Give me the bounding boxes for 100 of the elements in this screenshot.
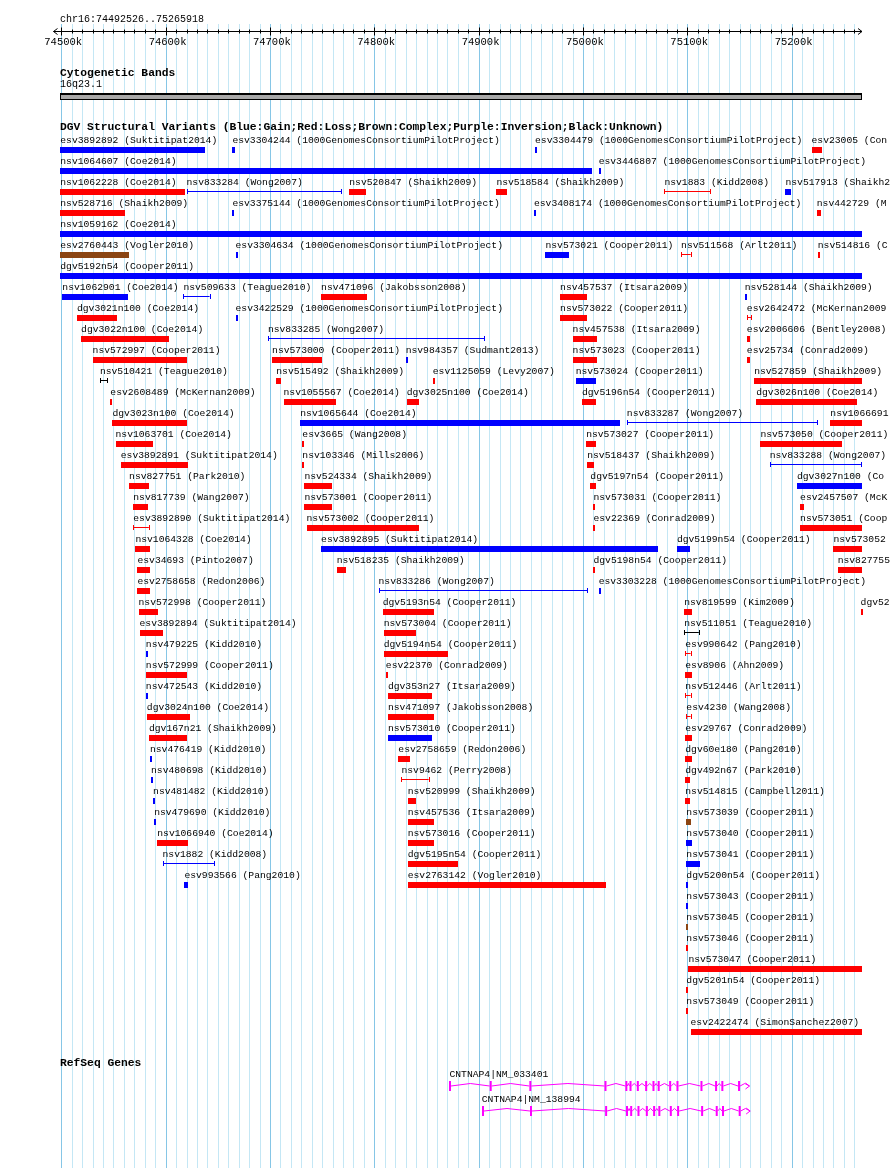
variant-label: esv990642 (Pang2010) [685,639,802,650]
variant-label: dgv60e180 (Pang2010) [685,744,802,755]
variant-label: nsv573052 [833,534,886,545]
tick-label: 74800k [357,36,396,48]
variant-label: esv29767 (Conrad2009) [685,723,808,734]
variant-label: nsv471096 (Jakobsson2008) [321,282,467,293]
variant-label: nsv472543 (Kidd2010) [145,681,263,692]
variant-label: nsv833288 (Wong2007) [769,450,887,461]
variant-label: esv3304479 (1000GenomesConsortiumPilotProject) [535,135,803,146]
variant-label: dgv5199n54 (Cooper2011) [676,534,811,545]
variant-label: nsv518437 (Shaikh2009) [587,450,716,461]
variant-label: nsv480698 (Kidd2010) [151,765,268,776]
tick-label: 74500k [44,36,83,48]
variant-label: dgv3025n100 (Coe2014) [406,387,529,398]
variant-label: nsv1064328 (Coe2014) [135,534,252,545]
variant-label: nsv509633 (Teague2010) [183,282,312,293]
variant-label: nsv573024 (Cooper2011) [575,366,704,377]
variant-label: nsv573031 (Cooper2011) [593,492,722,503]
tick-label: 75000k [566,36,604,48]
variant-label: nsv524334 (Shaikh2009) [304,471,433,482]
variant-label: nsv573023 (Cooper2011) [572,345,701,356]
variant-label: esv3408174 (1000GenomesConsortiumPilotProject) [533,198,802,209]
variant-label: nsv9462 (Perry2008) [401,765,512,776]
variant-label: nsv833286 (Wong2007) [378,576,495,587]
tick-label: 74600k [148,36,187,48]
variant-label: esv2457507 (McK [800,492,888,503]
variant-label: esv2608489 (McKernan2009) [110,387,256,398]
variant-label: nsv514815 (Campbell2011) [685,786,825,797]
variant-label: nsv833287 (Wong2007) [626,408,744,419]
variant-label: esv3892891 (Suktitipat2014) [120,450,278,461]
variant-label: esv3303228 (1000GenomesConsortiumPilotProject) [598,576,867,587]
variant-label: nsv1066691 [830,408,889,419]
variant-label: nsv515492 (Shaikh2009) [276,366,405,377]
variant-label: nsv520999 (Shaikh2009) [407,786,536,797]
variant-label: nsv520847 (Shaikh2009) [349,177,478,188]
variant-label: nsv573027 (Cooper2011) [586,429,715,440]
variant-label: nsv442729 (M [816,198,887,209]
variant-label: nsv573039 (Cooper2011) [686,807,815,818]
variant-label: dgv3027n100 (Co [796,471,885,482]
variant-label: nsv512446 (Arlt2011) [685,681,802,692]
variant-label: nsv573049 (Cooper2011) [686,996,815,1007]
variant-label: esv34693 (Pinto2007) [137,555,254,566]
variant-label: nsv103346 (Mills2006) [302,450,425,461]
variant-label: esv3375144 (1000GenomesConsortiumPilotProject) [232,198,500,209]
variant-label: esv2422474 (SimonSanchez2007) [690,1017,860,1028]
variant-label: nsv517913 (Shaikh2 [785,177,890,188]
variant-label: esv3304244 (1000GenomesConsortiumPilotProject) [232,135,500,146]
variant-label: nsv518584 (Shaikh2009) [496,177,625,188]
variant-label: dgv5197n54 (Cooper2011) [590,471,725,482]
tick-label: 75100k [670,36,709,48]
variant-label: nsv510421 (Teague2010) [99,366,228,377]
variant-label: nsv511051 (Teague2010) [684,618,813,629]
variant-label: esv23005 (Con [811,135,888,146]
variant-label: nsv1055567 (Coe2014) [283,387,400,398]
variant-label: nsv573046 (Cooper2011) [686,933,815,944]
variant-label: nsv573021 (Cooper2011) [545,240,674,251]
variant-label: esv25734 (Conrad2009) [746,345,869,356]
variant-label: nsv528144 (Shaikh2009) [744,282,873,293]
variant-label: dgv52 [860,597,890,608]
variant-label: nsv528716 (Shaikh2009) [60,198,189,209]
variant-label: nsv1883 (Kidd2008) [664,177,770,188]
variant-label: nsv514816 (C [817,240,888,251]
tick-label: 74700k [252,36,291,48]
variant-label: nsv573004 (Cooper2011) [383,618,512,629]
variant-label: nsv572997 (Cooper2011) [92,345,221,356]
variant-label: esv993566 (Pang2010) [184,870,301,881]
variant-label: esv2758658 (Redon2006) [137,576,266,587]
variant-label: nsv573050 (Cooper2011) [760,429,889,440]
variant-label: nsv471097 (Jakobsson2008) [387,702,534,713]
variant-label: nsv817739 (Wang2007) [133,492,250,503]
variant-label: nsv573010 (Cooper2011) [387,723,516,734]
variant-label: nsv1882 (Kidd2008) [162,849,268,860]
variant-label: nsv573001 (Cooper2011) [304,492,433,503]
variant-label: esv2758659 (Redon2006) [398,744,527,755]
chromosome-position: chr16:74492526..75265918 [60,14,205,25]
variant-label: dgv167n21 (Shaikh2009) [148,723,277,734]
variant-label: esv4230 (Wang2008) [686,702,791,713]
variant-label: nsv572998 (Cooper2011) [138,597,267,608]
variant-label: nsv573041 (Cooper2011) [686,849,815,860]
track-title: DGV Structural Variants (Blue:Gain;Red:Loss;Brown:Complex;Purple:Inversion;Black:Unknown) [60,121,664,133]
variant-label: nsv1062228 (Coe2014) [60,177,177,188]
variant-label: nsv1066940 (Coe2014) [157,828,274,839]
variant-label: nsv573043 (Cooper2011) [686,891,815,902]
variant-label: dgv353n27 (Itsara2009) [387,681,516,692]
variant-label: dgv3026n100 (Coe2014) [756,387,879,398]
variant-label: dgv5196n54 (Cooper2011) [581,387,716,398]
variant-label: nsv1063701 (Coe2014) [115,429,232,440]
variant-label: esv3892895 (Suktitipat2014) [321,534,479,545]
variant-label: dgv5192n54 (Cooper2011) [60,261,194,272]
variant-label: nsv479225 (Kidd2010) [145,639,263,650]
variant-label: nsv573045 (Cooper2011) [686,912,815,923]
variant-label: esv3892894 (Suktitipat2014) [139,618,297,629]
variant-label: nsv833285 (Wong2007) [267,324,385,335]
variant-label: nsv572999 (Cooper2011) [145,660,274,671]
tick-label: 74900k [461,36,500,48]
gene-label: CNTNAP4|NM_138994 [481,1094,581,1105]
variant-label: esv2642472 (McKernan2009 [746,303,887,314]
tick-label: 75200k [774,36,813,48]
variant-label: nsv1064607 (Coe2014) [60,156,177,167]
gene-label: CNTNAP4|NM_033401 [449,1069,549,1080]
